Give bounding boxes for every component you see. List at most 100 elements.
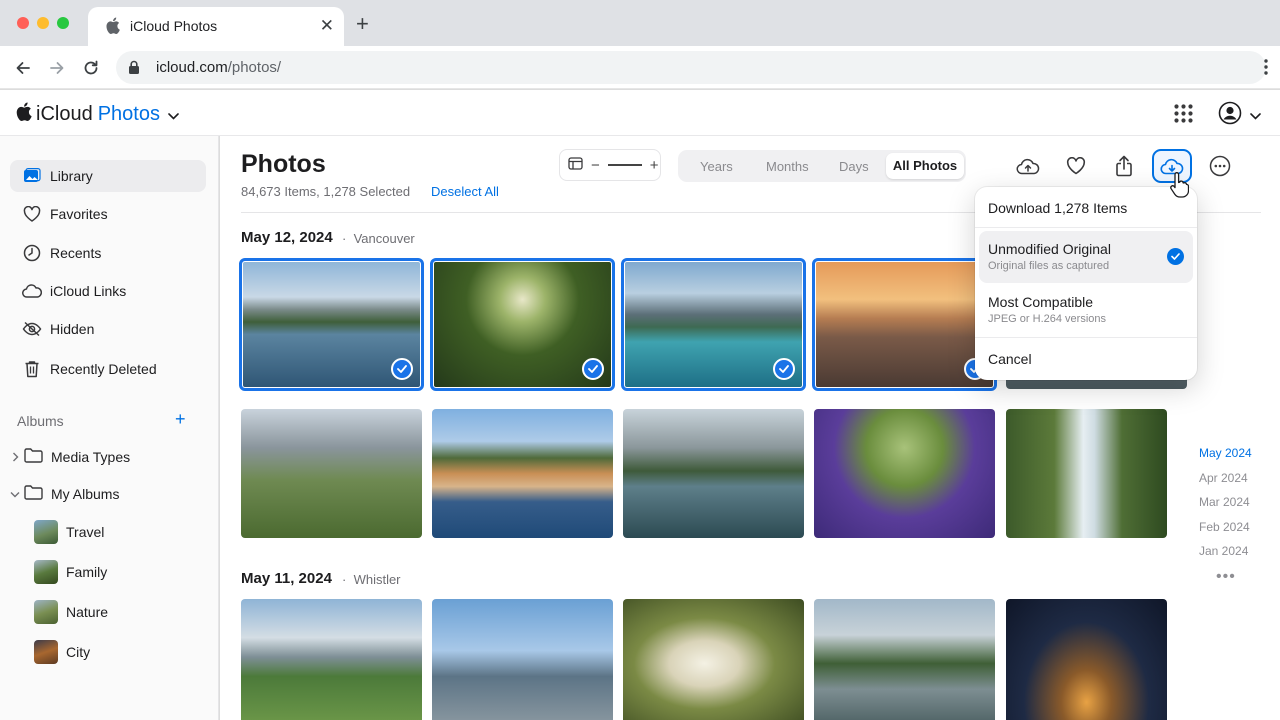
photo-thumbnail[interactable] — [241, 409, 422, 538]
album-city[interactable]: City — [34, 639, 90, 665]
browser-tab[interactable]: iCloud Photos ✕ — [88, 7, 344, 46]
account-menu[interactable] — [1218, 101, 1261, 130]
cloud-icon — [22, 281, 42, 301]
photo-thumbnail[interactable] — [814, 599, 995, 720]
item-count: 84,673 Items, 1,278 Selected — [241, 184, 411, 199]
library-icon — [22, 166, 42, 186]
location-label: Whistler — [353, 572, 401, 587]
hand-cursor-icon — [1169, 172, 1190, 203]
share-icon[interactable] — [1107, 149, 1141, 183]
sidebar-item-recently-deleted[interactable]: Recently Deleted — [10, 353, 206, 385]
checkmark-icon — [1167, 248, 1184, 265]
my-albums-label: My Albums — [51, 486, 120, 502]
more-options-icon[interactable] — [1203, 149, 1237, 183]
app-switcher[interactable]: iCloud Photos — [16, 102, 179, 127]
zoom-out-icon[interactable]: − — [591, 157, 600, 174]
eye-slash-icon — [22, 319, 42, 339]
album-label: City — [66, 644, 91, 660]
photo-thumbnail[interactable] — [239, 258, 424, 391]
chevron-down-icon[interactable] — [8, 491, 22, 498]
app-header: iCloud Photos — [0, 90, 1280, 136]
timeline-apr-2024[interactable]: Apr 2024 — [1199, 471, 1248, 485]
sidebar-item-label: Favorites — [50, 206, 108, 222]
browser-menu-icon[interactable] — [1264, 58, 1268, 81]
trash-icon — [22, 359, 42, 379]
sidebar-toggle-icon[interactable] — [568, 156, 583, 174]
checkmark-icon — [582, 358, 604, 380]
reload-icon[interactable] — [80, 57, 102, 79]
timeline-mar-2024[interactable]: Mar 2024 — [1199, 495, 1250, 509]
timeline-jan-2024[interactable]: Jan 2024 — [1199, 544, 1248, 558]
sidebar-item-library[interactable]: Library — [10, 160, 206, 192]
back-arrow-icon[interactable] — [12, 57, 34, 79]
checkmark-icon — [391, 358, 413, 380]
window-zoom-button[interactable] — [57, 17, 69, 29]
new-tab-button[interactable]: + — [356, 13, 369, 35]
album-family[interactable]: Family — [34, 559, 107, 585]
tab-years[interactable]: Years — [700, 159, 733, 174]
sidebar-item-hidden[interactable]: Hidden — [10, 313, 206, 345]
window-minimize-button[interactable] — [37, 17, 49, 29]
menu-divider — [975, 337, 1197, 338]
timeline-more-icon[interactable]: ••• — [1216, 568, 1236, 586]
photo-thumbnail[interactable] — [241, 599, 422, 720]
sidebar-item-label: Library — [50, 168, 93, 184]
photo-thumbnail[interactable] — [812, 258, 997, 391]
sidebar-item-my-albums[interactable]: My Albums — [8, 480, 119, 508]
timeline-feb-2024[interactable]: Feb 2024 — [1199, 520, 1250, 534]
zoom-control[interactable]: − + — [559, 149, 661, 181]
media-types-label: Media Types — [51, 449, 131, 465]
album-label: Travel — [66, 524, 105, 540]
sidebar-item-favorites[interactable]: Favorites — [10, 198, 206, 230]
option-description: Original files as captured — [988, 260, 1110, 272]
photo-thumbnail[interactable] — [430, 258, 615, 391]
checkmark-icon — [773, 358, 795, 380]
zoom-slider[interactable] — [607, 164, 642, 166]
clock-icon — [22, 243, 42, 263]
photo-thumbnail[interactable] — [814, 409, 995, 538]
photo-thumbnail[interactable] — [623, 599, 804, 720]
photo-thumbnail[interactable] — [621, 258, 806, 391]
sidebar-item-media-types[interactable]: Media Types — [8, 443, 130, 471]
sidebar: Library Favorites Recents iCloud Links H… — [0, 136, 219, 720]
tab-close-icon[interactable]: ✕ — [320, 16, 334, 36]
album-travel[interactable]: Travel — [34, 519, 104, 545]
section-date: May 12, 2024 — [241, 229, 333, 246]
heart-icon — [22, 204, 42, 224]
photo-thumbnail[interactable] — [432, 599, 613, 720]
sidebar-item-label: Recents — [50, 245, 102, 261]
upload-icon[interactable] — [1011, 149, 1045, 183]
photo-thumbnail[interactable] — [1006, 599, 1167, 720]
albums-heading: Albums — [17, 413, 64, 429]
page-title: Photos — [241, 150, 326, 178]
deselect-all-link[interactable]: Deselect All — [431, 184, 499, 199]
url-host: icloud.com — [156, 59, 228, 76]
sidebar-item-recents[interactable]: Recents — [10, 237, 206, 269]
apple-logo-icon — [16, 102, 32, 127]
add-album-button[interactable]: + — [175, 409, 186, 430]
browser-tab-bar: iCloud Photos ✕ + — [0, 0, 1280, 46]
tab-all-photos[interactable]: All Photos — [886, 153, 964, 179]
tab-days[interactable]: Days — [839, 159, 869, 174]
favorite-heart-icon[interactable] — [1059, 149, 1093, 183]
tab-months[interactable]: Months — [766, 159, 809, 174]
timeline-may-2024[interactable]: May 2024 — [1199, 446, 1252, 460]
album-label: Family — [66, 564, 108, 580]
app-grid-icon[interactable] — [1174, 104, 1193, 128]
option-unmodified-original[interactable]: Unmodified Original Original files as ca… — [979, 231, 1193, 283]
photo-thumbnail[interactable] — [1006, 409, 1167, 538]
option-most-compatible[interactable]: Most Compatible JPEG or H.264 versions — [979, 284, 1193, 336]
window-close-button[interactable] — [17, 17, 29, 29]
photo-thumbnail[interactable] — [432, 409, 613, 538]
chevron-right-icon[interactable] — [8, 452, 22, 462]
forward-arrow-icon[interactable] — [46, 57, 68, 79]
sidebar-item-icloud-links[interactable]: iCloud Links — [10, 275, 206, 307]
cancel-button[interactable]: Cancel — [988, 351, 1032, 367]
photo-thumbnail[interactable] — [623, 409, 804, 538]
view-switcher: Years Months Days All Photos — [678, 150, 966, 182]
brand-icloud: iCloud — [36, 103, 93, 125]
album-nature[interactable]: Nature — [34, 599, 108, 625]
url-field[interactable]: icloud.com/photos/ — [116, 51, 1266, 84]
lock-icon — [128, 60, 140, 80]
zoom-in-icon[interactable]: + — [650, 157, 659, 174]
